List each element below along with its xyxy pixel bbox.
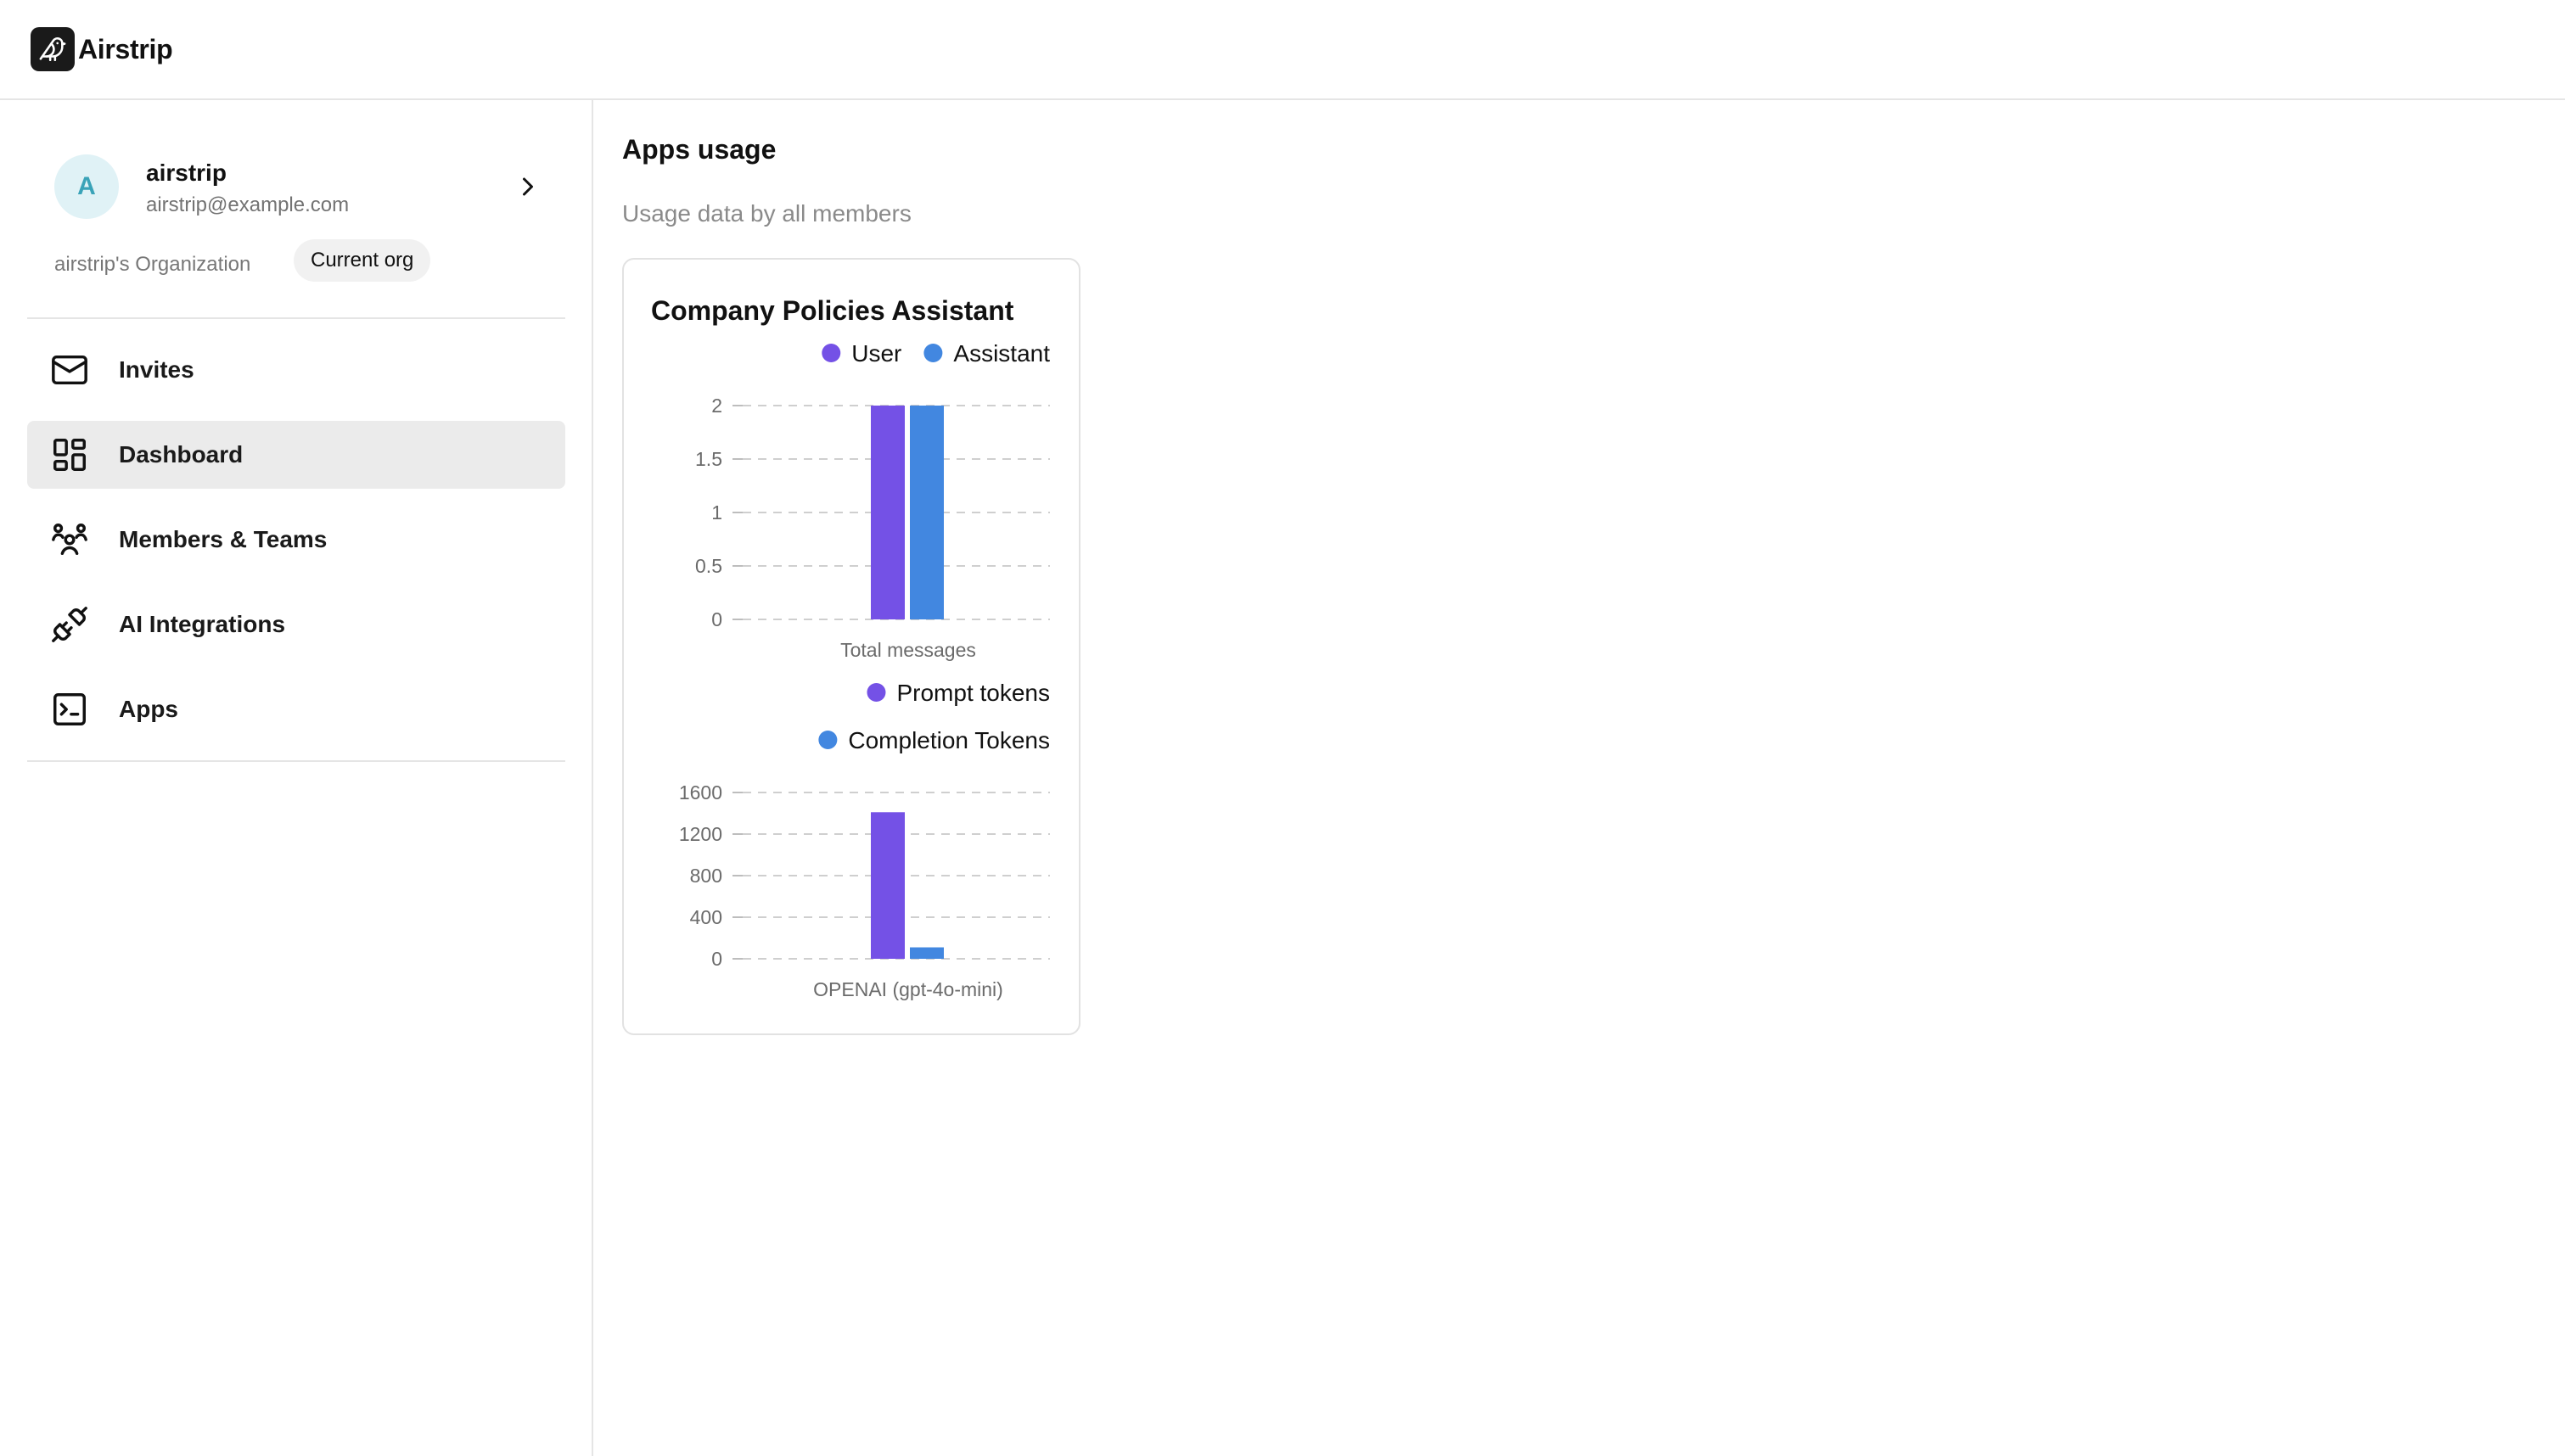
legend-item-label: Prompt tokens	[896, 680, 1050, 706]
app-usage-card: Company Policies Assistant Assistant User…	[622, 258, 1080, 1035]
sidebar-item-ai-integrations[interactable]: AI Integrations	[27, 591, 565, 658]
terminal-icon	[49, 689, 90, 730]
org-name: airstrip	[146, 160, 227, 186]
bar-completion-tokens	[910, 947, 944, 959]
page-title: Apps usage	[622, 134, 777, 165]
bar-user	[871, 406, 905, 619]
y-tick-label: 1	[711, 501, 722, 524]
sidebar: A airstrip airstrip@example.com airstrip…	[0, 100, 593, 1456]
x-axis-label: OPENAI (gpt-4o-mini)	[813, 978, 1003, 1000]
sidebar-divider	[27, 760, 565, 762]
y-tick-label: 1600	[679, 781, 722, 804]
y-tick-label: 1.5	[695, 448, 722, 470]
mail-icon	[49, 350, 90, 390]
sidebar-item-dashboard[interactable]: Dashboard	[27, 421, 565, 489]
legend-item-marker	[867, 683, 886, 702]
legend-item-marker	[923, 344, 943, 362]
app-name[interactable]: Airstrip	[78, 34, 173, 65]
sidebar-item-members-teams[interactable]: Members & Teams	[27, 506, 565, 574]
sidebar-divider	[27, 317, 565, 319]
sidebar-item-label: AI Integrations	[119, 611, 286, 637]
main-content: Apps usage Usage data by all members Com…	[595, 100, 2565, 1456]
y-tick-label: 0	[711, 608, 722, 630]
org-label: airstrip's Organization	[54, 253, 251, 276]
legend-item-label: Assistant	[953, 340, 1050, 367]
legend-item-marker	[818, 731, 838, 749]
avatar: A	[54, 154, 119, 219]
x-axis-label: Total messages	[840, 639, 976, 661]
y-tick-label: 1200	[679, 823, 722, 845]
sidebar-item-label: Invites	[119, 356, 194, 383]
users-icon	[49, 519, 90, 560]
chevron-right-icon[interactable]	[513, 171, 543, 202]
sidebar-item-label: Dashboard	[119, 441, 244, 468]
y-tick-label: 400	[690, 906, 722, 928]
org-switcher[interactable]: A airstrip airstrip@example.com airstrip…	[54, 154, 547, 282]
legend-item-label: Completion Tokens	[848, 727, 1050, 753]
sidebar-item-label: Apps	[119, 696, 178, 722]
page-subtitle: Usage data by all members	[622, 200, 912, 227]
top-bar: Airstrip	[0, 0, 2565, 100]
y-tick-label: 0.5	[695, 555, 722, 577]
sidebar-item-apps[interactable]: Apps	[27, 675, 565, 743]
sidebar-item-label: Members & Teams	[119, 526, 328, 552]
sidebar-nav: Invites Dashboard Members & Teams AI Int…	[27, 336, 565, 760]
y-tick-label: 0	[711, 948, 722, 970]
plug-icon	[49, 604, 90, 645]
y-tick-label: 800	[690, 865, 722, 887]
y-tick-label: 2	[711, 395, 722, 417]
airstrip-logo-icon[interactable]	[31, 27, 75, 71]
bar-prompt-tokens	[871, 812, 905, 959]
usage-charts: Assistant User 0 0.5 1 1.5 2 Total messages Prom…	[679, 340, 1050, 1000]
current-org-badge: Current org	[294, 239, 431, 282]
org-email: airstrip@example.com	[146, 193, 350, 216]
legend-item-label: User	[851, 340, 901, 367]
dashboard-icon	[49, 434, 90, 475]
bar-assistant	[910, 406, 944, 619]
legend-item-marker	[822, 344, 841, 362]
sidebar-item-invites[interactable]: Invites	[27, 336, 565, 404]
